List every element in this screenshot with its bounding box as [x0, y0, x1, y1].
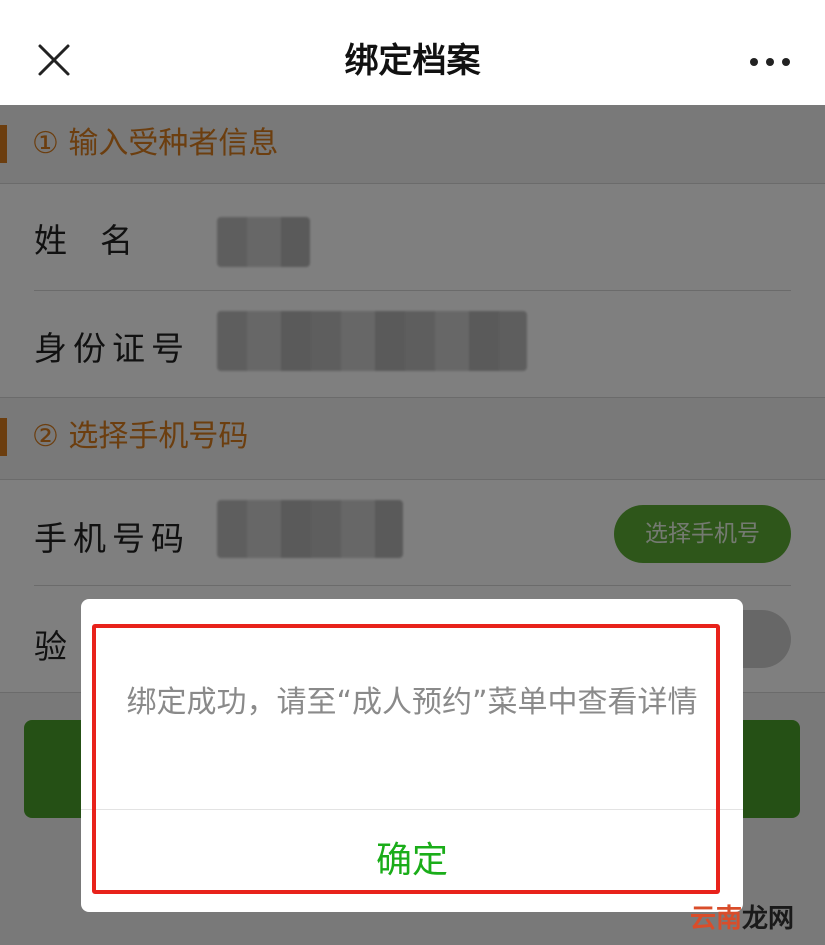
close-icon[interactable]	[32, 38, 76, 82]
watermark-part2: 龙网	[742, 904, 795, 934]
highlight-frame	[92, 624, 720, 894]
navigation-bar: 绑定档案	[0, 0, 825, 105]
more-icon[interactable]	[748, 52, 792, 72]
page-title: 绑定档案	[344, 41, 481, 81]
watermark: 云南龙网	[690, 898, 794, 935]
watermark-part1: 云南	[690, 904, 743, 934]
